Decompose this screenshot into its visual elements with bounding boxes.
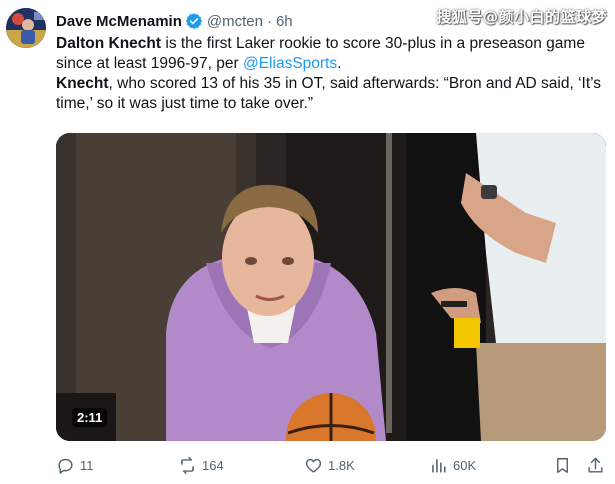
share-icon bbox=[588, 457, 603, 473]
tweet-body: Dalton Knecht is the first Laker rookie … bbox=[56, 34, 608, 114]
share-button[interactable] bbox=[586, 454, 605, 476]
tweet-paragraph-1: Dalton Knecht is the first Laker rookie … bbox=[56, 34, 608, 74]
player-name-bold: Dalton Knecht bbox=[56, 35, 162, 52]
watermark: 搜狐号@颜小白的篮球梦 bbox=[436, 8, 607, 26]
verified-badge-icon bbox=[185, 12, 203, 30]
tweet-paragraph-2: Knecht, who scored 13 of his 35 in OT, s… bbox=[56, 74, 608, 114]
tweet: Dave McMenamin @mcten · 6h 搜狐号@颜小白的篮球梦 D… bbox=[0, 0, 615, 484]
repost-icon bbox=[181, 456, 194, 474]
video-player[interactable]: 2:11 bbox=[56, 133, 606, 441]
repost-button[interactable]: 164 bbox=[178, 454, 224, 476]
action-bar: 11 164 1.8K 60K bbox=[56, 454, 608, 476]
like-button[interactable]: 1.8K bbox=[304, 454, 355, 476]
player-name-bold-2: Knecht bbox=[56, 75, 109, 92]
reply-button[interactable]: 11 bbox=[56, 454, 94, 476]
tweet-text-2: , who scored 13 of his 35 in OT, said af… bbox=[56, 75, 602, 112]
header-separator: · bbox=[266, 12, 272, 30]
like-icon bbox=[305, 458, 322, 473]
views-button[interactable]: 60K bbox=[429, 454, 476, 476]
tweet-text-1-end: . bbox=[337, 55, 342, 72]
tweet-timestamp[interactable]: 6h bbox=[276, 13, 293, 30]
views-icon bbox=[432, 458, 446, 473]
like-count: 1.8K bbox=[328, 457, 355, 473]
video-frame bbox=[56, 133, 606, 441]
bookmark-icon bbox=[557, 457, 568, 473]
repost-count: 164 bbox=[202, 457, 224, 473]
mention-link[interactable]: @EliasSports bbox=[243, 55, 337, 72]
reply-count: 11 bbox=[80, 457, 94, 473]
tweet-header: Dave McMenamin @mcten · 6h bbox=[56, 10, 293, 32]
author-handle[interactable]: @mcten bbox=[207, 13, 263, 30]
reply-icon bbox=[58, 458, 73, 474]
views-count: 60K bbox=[453, 457, 477, 473]
avatar[interactable] bbox=[6, 8, 46, 48]
video-duration: 2:11 bbox=[72, 408, 108, 427]
bookmark-button[interactable] bbox=[553, 454, 572, 476]
author-name[interactable]: Dave McMenamin bbox=[56, 13, 182, 30]
